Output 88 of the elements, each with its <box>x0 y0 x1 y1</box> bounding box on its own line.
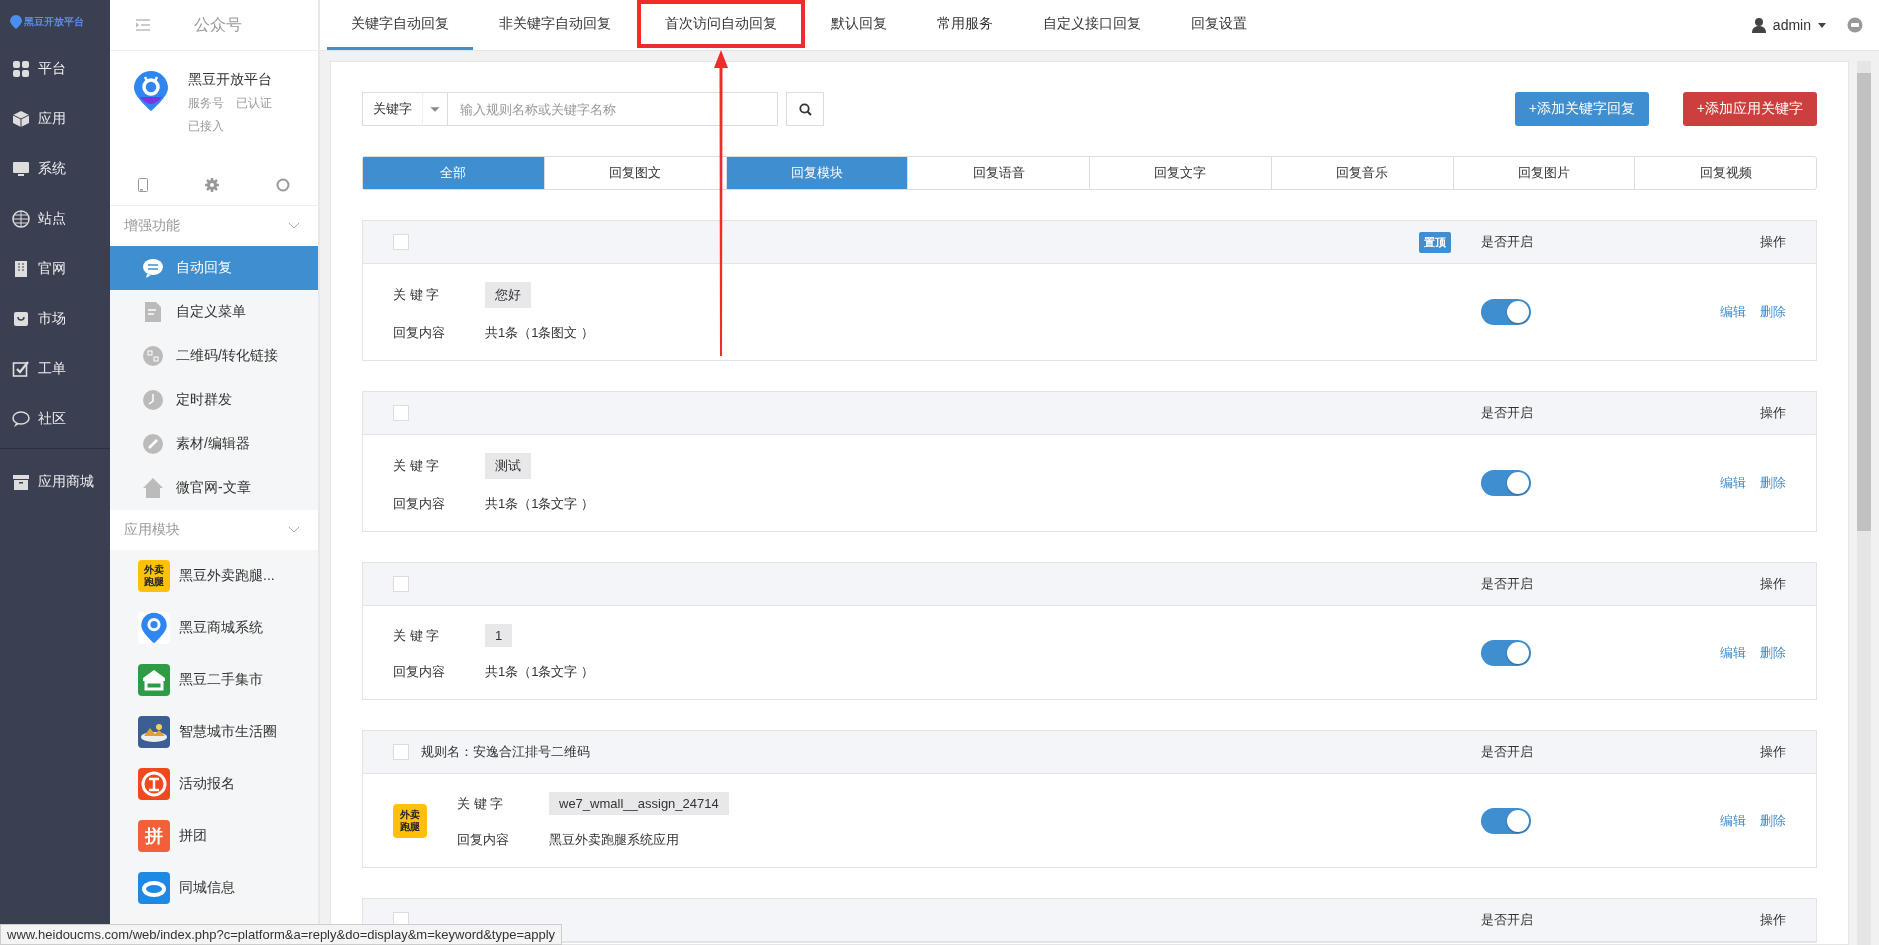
field-label: 回复内容 <box>393 495 445 513</box>
filter-tab[interactable]: 回复语音 <box>907 157 1089 189</box>
edit-link[interactable]: 编辑 <box>1720 303 1746 321</box>
menu-item[interactable]: 素材/编辑器 <box>110 422 318 466</box>
app-item[interactable]: 同城信息 <box>110 862 318 914</box>
field-label: 回复内容 <box>457 831 509 849</box>
rule-name: 规则名：安逸合江排号二维码 <box>421 743 590 761</box>
menu-item[interactable]: 微官网-文章 <box>110 466 318 510</box>
nav-item[interactable]: 应用商城 <box>0 457 110 507</box>
filter-tab[interactable]: 回复模块 <box>725 157 908 189</box>
delete-link[interactable]: 删除 <box>1760 474 1786 492</box>
reply-summary: 共1条（1条文字 ） <box>485 495 595 513</box>
column-header: 是否开启 <box>1481 233 1534 251</box>
tab[interactable]: 非关键字自动回复 <box>475 0 635 50</box>
field-label: 回复内容 <box>393 663 445 681</box>
keyword-tag: we7_wmall__assign_24714 <box>549 792 729 815</box>
connection-status: 已接入 <box>188 118 225 135</box>
app-item[interactable]: 智慧城市生活圈 <box>110 706 318 758</box>
field-label: 关 键 字 <box>457 794 504 813</box>
filter-tab[interactable]: 回复音乐 <box>1270 157 1453 189</box>
menu-item[interactable]: 定时群发 <box>110 378 318 422</box>
nav-item[interactable]: 平台 <box>0 44 110 94</box>
nav-item[interactable]: 官网 <box>0 244 110 294</box>
edit-link[interactable]: 编辑 <box>1720 643 1746 662</box>
field-label: 关 键 字 <box>393 286 440 304</box>
verified-label: 已认证 <box>236 95 272 112</box>
nav-item[interactable]: 社区 <box>0 394 110 444</box>
reply-summary: 黑豆外卖跑腿系统应用 <box>549 831 679 849</box>
column-header: 是否开启 <box>1481 404 1534 422</box>
delete-link[interactable]: 删除 <box>1760 811 1786 830</box>
column-header: 操作 <box>1760 575 1786 593</box>
filter-tab[interactable]: 回复视频 <box>1634 157 1816 189</box>
app-item[interactable]: 黑豆商城系统 <box>110 602 318 654</box>
scope-dropdown[interactable]: 关键字 <box>362 92 422 126</box>
delete-link[interactable]: 删除 <box>1760 303 1786 321</box>
tab[interactable]: 关键字自动回复 <box>327 0 473 50</box>
field-label: 关 键 字 <box>393 626 440 645</box>
app-icon: 外卖跑腿 <box>393 803 427 838</box>
nav-item[interactable]: 市场 <box>0 294 110 344</box>
tab[interactable]: 自定义接口回复 <box>1019 0 1165 50</box>
edit-link[interactable]: 编辑 <box>1720 811 1746 830</box>
filter-tab[interactable]: 回复图片 <box>1452 157 1635 189</box>
menu-item[interactable]: 自动回复 <box>110 246 318 290</box>
tab[interactable]: 默认回复 <box>807 0 911 50</box>
column-header: 是否开启 <box>1481 743 1534 761</box>
pinned-badge: 置顶 <box>1419 231 1451 253</box>
app-item[interactable]: 拼 拼团 <box>110 810 318 862</box>
column-header: 是否开启 <box>1481 911 1534 929</box>
delete-link[interactable]: 删除 <box>1760 643 1786 662</box>
menu-item[interactable]: 自定义菜单 <box>110 290 318 334</box>
tab[interactable]: 回复设置 <box>1167 0 1271 50</box>
search-field[interactable]: 输入规则名称或关键字名称 <box>448 92 778 126</box>
column-header: 操作 <box>1760 911 1786 929</box>
nav-item[interactable]: 工单 <box>0 344 110 394</box>
app-item[interactable]: 黑豆二手集市 <box>110 654 318 706</box>
keyword-tag: 测试 <box>485 453 531 479</box>
add-button[interactable]: +添加应用关键字 <box>1682 92 1817 126</box>
edit-link[interactable]: 编辑 <box>1720 474 1746 492</box>
account-type: 服务号 <box>188 95 224 112</box>
nav-item[interactable]: 站点 <box>0 194 110 244</box>
column-header: 操作 <box>1760 743 1786 761</box>
reply-summary: 共1条（1条图文 ） <box>485 324 595 342</box>
app-item[interactable]: 活动报名 <box>110 758 318 810</box>
column-header: 是否开启 <box>1481 575 1534 593</box>
link-preview-tooltip: www.heidoucms.com/web/index.php?c=platform&a=reply&do=display&m=keyword&type=apply <box>0 924 563 945</box>
account-name: 黑豆开放平台 <box>188 71 272 89</box>
keyword-tag: 您好 <box>485 282 531 308</box>
add-button[interactable]: +添加关键字回复 <box>1514 92 1649 126</box>
reply-summary: 共1条（1条文字 ） <box>485 663 595 681</box>
user-menu[interactable]: admin <box>1772 17 1811 33</box>
field-label: 回复内容 <box>393 324 445 342</box>
filter-tab[interactable]: 回复文字 <box>1089 157 1271 189</box>
app-item[interactable]: 外卖跑腿 黑豆外卖跑腿... <box>110 550 318 602</box>
column-header: 操作 <box>1760 404 1786 422</box>
field-label: 关 键 字 <box>393 457 440 475</box>
filter-tab[interactable]: 全部 <box>363 157 544 189</box>
app-icon: 外卖跑腿 <box>138 560 170 592</box>
filter-tab[interactable]: 回复图文 <box>543 157 726 189</box>
app-icon: 拼 <box>138 820 170 852</box>
tab[interactable]: 首次访问自动回复 <box>637 0 805 51</box>
column-header: 操作 <box>1760 233 1786 251</box>
nav-item[interactable]: 应用 <box>0 94 110 144</box>
nav-item[interactable]: 系统 <box>0 144 110 194</box>
logo: 黑豆开放平台 <box>0 0 110 44</box>
keyword-tag: 1 <box>485 624 513 647</box>
menu-item[interactable]: 二维码/转化链接 <box>110 334 318 378</box>
tab[interactable]: 常用服务 <box>913 0 1017 50</box>
panel-title: 公众号 <box>194 14 242 35</box>
